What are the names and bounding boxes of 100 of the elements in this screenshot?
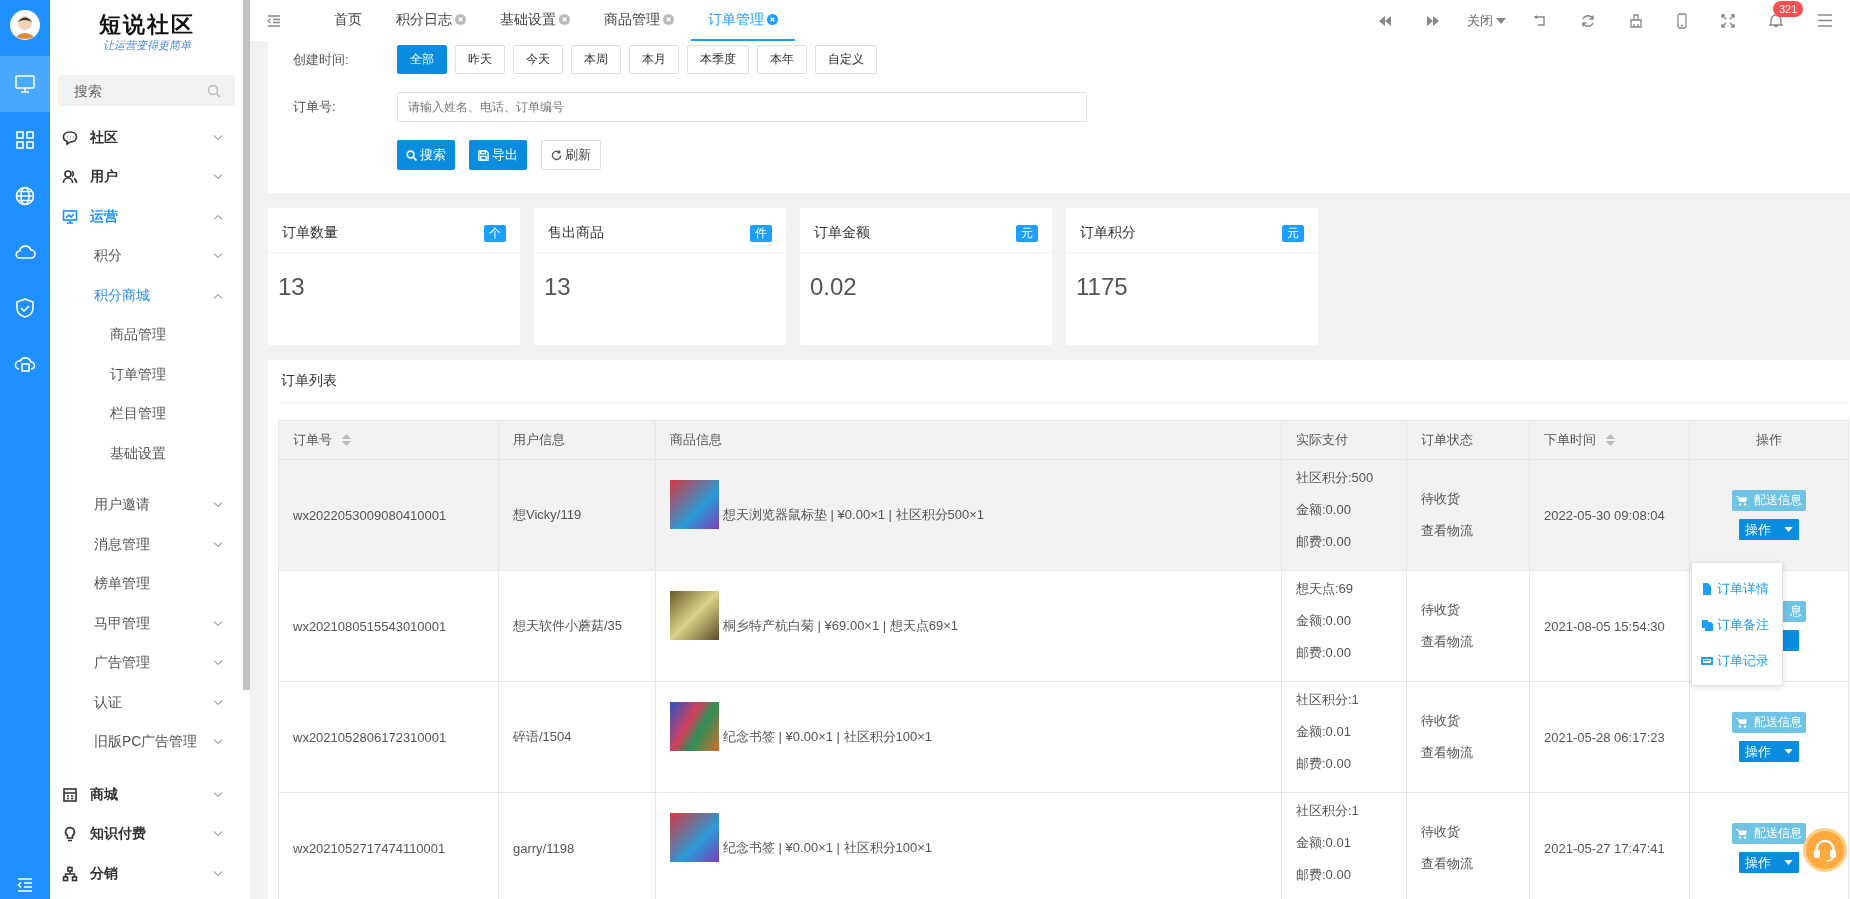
- unit-badge: 个: [484, 224, 506, 242]
- phone-icon[interactable]: [1677, 12, 1687, 29]
- date-range-button[interactable]: 自定义: [815, 45, 877, 74]
- date-range-button[interactable]: 昨天: [455, 45, 505, 74]
- avatar-icon[interactable]: [10, 10, 40, 40]
- product-info: 纪念书签 | ¥0.00×1 | 社区积分100×1: [723, 839, 933, 857]
- action-dropdown-button[interactable]: 操作: [1739, 519, 1799, 540]
- table-row[interactable]: wx2021052806172310001 碎语/1504 纪念书签 | ¥0.00×1 | 社区积分100×1 社区积分:1 金额:0.01 邮费:0.00 待收货 查看物流 2021-05-28 06:17:23 配送信息 操作: [278, 681, 1849, 793]
- menu-item[interactable]: 商城: [50, 775, 243, 815]
- date-range-button[interactable]: 全部: [397, 45, 447, 74]
- menu-item[interactable]: 认证: [50, 683, 243, 723]
- refresh-button[interactable]: 刷新: [541, 140, 601, 170]
- close-icon[interactable]: [663, 14, 674, 25]
- payment-line: 金额:0.00: [1296, 501, 1352, 519]
- date-range-button[interactable]: 本季度: [687, 45, 749, 74]
- scrollbar[interactable]: [243, 0, 250, 690]
- search-button[interactable]: 搜索: [397, 140, 455, 170]
- action-dropdown-button[interactable]: 操作: [1739, 852, 1799, 873]
- table-cell: 2021-08-05 15:54:30: [1529, 570, 1690, 682]
- monitor-icon[interactable]: [0, 56, 50, 112]
- logistics-link[interactable]: 查看物流: [1421, 848, 1515, 880]
- date-range-button[interactable]: 本年: [757, 45, 807, 74]
- table-cell: 碎语/1504: [498, 681, 656, 793]
- column-header: 订单状态: [1406, 420, 1530, 460]
- payment-line: 社区积分:1: [1296, 691, 1360, 709]
- table-cell: wx2022053009080410001: [278, 459, 499, 571]
- menu-item[interactable]: 社区: [50, 118, 243, 158]
- menu-item[interactable]: 消息管理: [50, 525, 243, 565]
- refresh-icon[interactable]: [1581, 13, 1595, 28]
- column-header: 下单时间: [1529, 420, 1690, 460]
- bell-icon[interactable]: [1769, 13, 1783, 28]
- sort-icon[interactable]: [342, 434, 351, 446]
- payment-line: 金额:0.01: [1296, 723, 1352, 741]
- action-dropdown-button[interactable]: 操作: [1739, 741, 1799, 762]
- fast-forward-icon[interactable]: [1426, 14, 1440, 27]
- menu-item[interactable]: 榜单管理: [50, 564, 243, 604]
- menu-item[interactable]: 用户邀请: [50, 485, 243, 525]
- stat-title: 订单数量: [282, 224, 338, 242]
- column-header: 商品信息: [655, 420, 1282, 460]
- date-range-button[interactable]: 今天: [513, 45, 563, 74]
- logistics-link[interactable]: 查看物流: [1421, 626, 1515, 658]
- date-range-button[interactable]: 本周: [571, 45, 621, 74]
- chevron-icon: [213, 870, 223, 877]
- payment-line: 邮费:0.00: [1296, 755, 1352, 773]
- menu-item[interactable]: 商品管理: [50, 315, 243, 355]
- sort-icon[interactable]: [1606, 434, 1615, 446]
- photo-placeholder: [670, 812, 719, 862]
- return-icon[interactable]: [1533, 14, 1547, 27]
- menu-item[interactable]: 马甲管理: [50, 604, 243, 644]
- unit-badge: 元: [1282, 224, 1304, 242]
- chevron-icon: [213, 541, 223, 548]
- payment-line: 金额:0.01: [1296, 834, 1352, 852]
- order-status: 待收货: [1421, 601, 1461, 619]
- payment-line: 邮费:0.00: [1296, 644, 1352, 662]
- tab[interactable]: 基础设置: [483, 0, 587, 41]
- export-button[interactable]: 导出: [469, 140, 527, 170]
- search-input[interactable]: 搜索: [72, 81, 207, 100]
- menu-item[interactable]: 知识付费: [50, 814, 243, 854]
- menu-item[interactable]: 订单管理: [50, 355, 243, 395]
- tab[interactable]: 首页: [317, 0, 379, 41]
- menu-item[interactable]: 用户: [50, 157, 243, 197]
- close-icon[interactable]: [455, 14, 466, 25]
- caret-icon: [1784, 749, 1793, 754]
- menu-item[interactable]: 栏目管理: [50, 394, 243, 434]
- chevron-icon: [213, 620, 223, 627]
- broom-icon[interactable]: [1629, 13, 1643, 28]
- chevron-icon: [213, 253, 223, 260]
- payment-line: 邮费:0.00: [1296, 533, 1352, 551]
- logistics-link[interactable]: 查看物流: [1421, 515, 1515, 547]
- close-dropdown[interactable]: 关闭: [1467, 0, 1506, 41]
- chevron-icon: [213, 699, 223, 706]
- close-icon[interactable]: [559, 14, 570, 25]
- close-icon[interactable]: [767, 14, 778, 25]
- caret-icon: [1784, 527, 1793, 532]
- chevron-icon: [213, 831, 223, 838]
- payment-line: 社区积分:500: [1296, 469, 1375, 487]
- fullscreen-icon[interactable]: [1721, 13, 1735, 28]
- field-label: 创建时间:: [293, 50, 350, 69]
- menu-item[interactable]: 积分: [50, 236, 243, 276]
- stat-title: 订单金额: [814, 224, 870, 242]
- menu-item[interactable]: 旧版PC广告管理: [50, 722, 243, 762]
- rewind-icon[interactable]: [1378, 14, 1392, 27]
- photo-placeholder: [670, 479, 719, 529]
- field-label: 订单号:: [293, 98, 337, 116]
- order-status: 待收货: [1421, 712, 1461, 730]
- table-cell: wx2021052717474110001: [278, 792, 499, 899]
- menu-fold-icon[interactable]: [267, 14, 281, 27]
- search-field[interactable]: 搜索: [58, 75, 235, 106]
- menu-item[interactable]: 分销: [50, 854, 243, 894]
- column-header: 用户信息: [498, 420, 656, 460]
- order-search-field[interactable]: 请输入姓名、电话、订单编号: [397, 92, 1087, 122]
- tab[interactable]: 积分日志: [379, 0, 483, 41]
- table-cell: 想天软件小蘑菇/35: [498, 570, 656, 682]
- tab[interactable]: 商品管理: [587, 0, 691, 41]
- panel-title: 订单列表: [281, 372, 337, 390]
- date-range-button[interactable]: 本月: [629, 45, 679, 74]
- stat-value: 1175: [1075, 272, 1128, 301]
- menu-item[interactable]: 广告管理: [50, 643, 243, 683]
- menu-item[interactable]: 基础设置: [50, 434, 243, 474]
- logistics-link[interactable]: 查看物流: [1421, 737, 1515, 769]
